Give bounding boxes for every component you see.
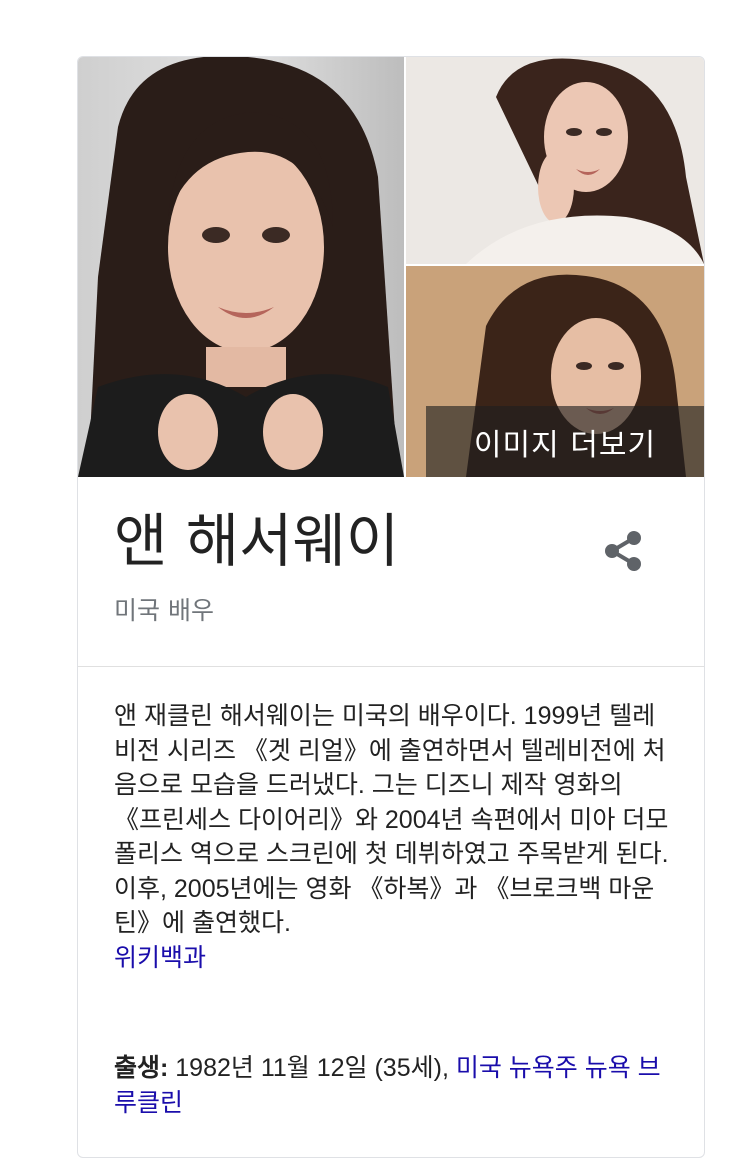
more-images-button[interactable]: 이미지 더보기 (426, 406, 704, 477)
fact-born: 출생: 1982년 11월 12일 (35세), 미국 뉴욕주 뉴욕 브루클린 (114, 1051, 674, 1120)
share-icon[interactable] (600, 527, 648, 575)
main-photo[interactable] (78, 57, 404, 477)
fact-value: 1982년 11월 12일 (35세), (168, 1054, 456, 1082)
wikipedia-link[interactable]: 위키백과 (114, 944, 206, 972)
fact-label: 출생: (114, 1054, 169, 1082)
knowledge-panel: 이미지 더보기 앤 해서웨이 미국 배우 앤 재클린 해서웨이는 미국의 배우이… (77, 56, 705, 1158)
photo-2[interactable] (406, 57, 704, 264)
description: 앤 재클린 해서웨이는 미국의 배우이다. 1999년 텔레비전 시리즈 《겟 … (114, 699, 674, 975)
divider (78, 666, 704, 667)
entity-subtitle: 미국 배우 (114, 596, 214, 625)
entity-title: 앤 해서웨이 (114, 507, 400, 575)
description-text: 앤 재클린 해서웨이는 미국의 배우이다. 1999년 텔레비전 시리즈 《겟 … (114, 702, 669, 937)
